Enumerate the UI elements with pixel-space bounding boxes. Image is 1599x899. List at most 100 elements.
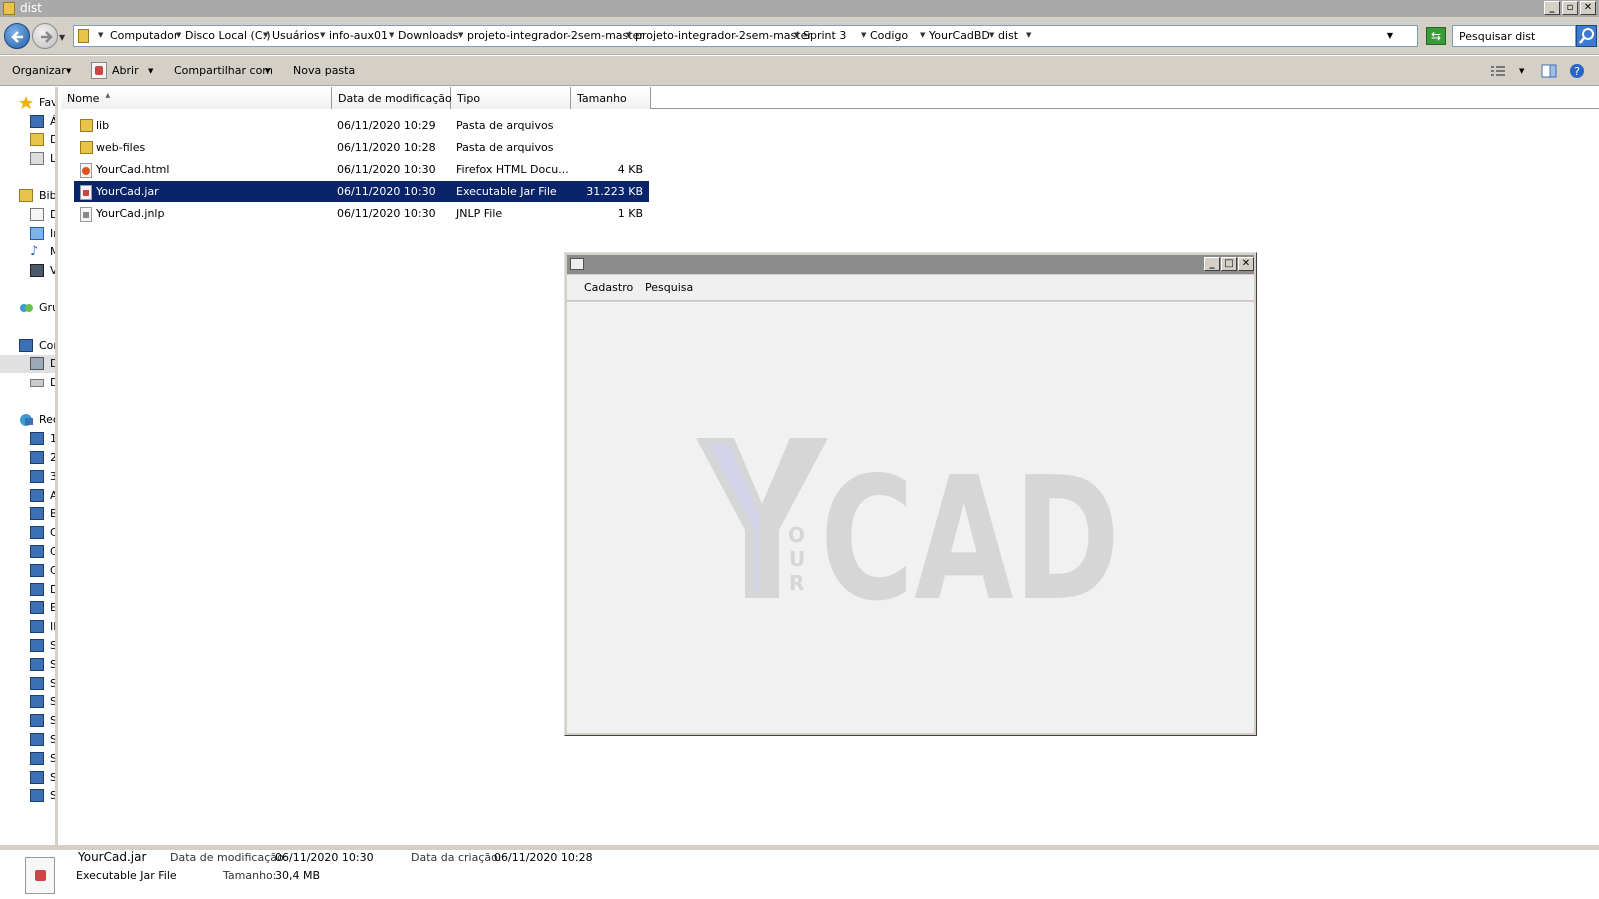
help-icon[interactable]: ?: [1569, 63, 1585, 79]
breadcrumb-codigo[interactable]: Codigo: [870, 29, 908, 42]
file-row-selected[interactable]: YourCad.jar 06/11/2020 10:30 Executable …: [74, 181, 649, 202]
organize-button[interactable]: Organizar: [12, 64, 66, 77]
breadcrumb-local-disk[interactable]: Disco Local (C:): [185, 29, 271, 42]
nav-local-disk[interactable]: D: [0, 355, 55, 373]
app-maximize-button[interactable]: □: [1221, 257, 1237, 271]
file-row[interactable]: YourCad.jnlp 06/11/2020 10:30 JNLP File …: [74, 203, 649, 224]
view-options-icon[interactable]: [1490, 63, 1506, 79]
preview-pane-icon[interactable]: [1541, 63, 1557, 79]
nav-libraries[interactable]: Bibl: [0, 187, 55, 205]
chevron-down-icon[interactable]: ▼: [458, 31, 463, 39]
nav-network-computer[interactable]: S: [0, 637, 55, 655]
chevron-down-icon[interactable]: ▼: [989, 31, 994, 39]
nav-network-computer[interactable]: 2: [0, 449, 55, 467]
back-button[interactable]: [4, 23, 30, 49]
menu-cadastro[interactable]: Cadastro: [584, 281, 633, 294]
nav-recent-places[interactable]: Lo: [0, 150, 55, 168]
chevron-down-icon[interactable]: ▼: [626, 31, 631, 39]
recent-pages-dropdown[interactable]: ▼: [59, 33, 65, 42]
app-titlebar[interactable]: _ □ ✕: [567, 255, 1254, 274]
details-modified-value: 06/11/2020 10:30: [275, 851, 374, 864]
nav-network-computer[interactable]: 1: [0, 430, 55, 448]
chevron-down-icon[interactable]: ▼: [1519, 67, 1524, 75]
chevron-down-icon[interactable]: ▼: [1026, 31, 1031, 39]
chevron-down-icon[interactable]: ▼: [148, 67, 153, 75]
file-row[interactable]: YourCad.html 06/11/2020 10:30 Firefox HT…: [74, 159, 649, 180]
nav-downloads[interactable]: D: [0, 131, 55, 149]
breadcrumb-users[interactable]: Usuários: [272, 29, 320, 42]
nav-documents[interactable]: D: [0, 206, 55, 224]
file-row[interactable]: web-files 06/11/2020 10:28 Pasta de arqu…: [74, 137, 649, 158]
nav-network-computer[interactable]: C: [0, 543, 55, 561]
search-button[interactable]: [1576, 25, 1597, 47]
forward-button[interactable]: [32, 23, 58, 49]
chevron-down-icon[interactable]: ▼: [66, 67, 71, 75]
breadcrumb-yourcadbd[interactable]: YourCadBD: [929, 29, 990, 42]
svg-text:?: ?: [1574, 65, 1580, 78]
chevron-down-icon[interactable]: ▼: [265, 67, 270, 75]
chevron-down-icon[interactable]: ▼: [861, 31, 866, 39]
column-header-size[interactable]: Tamanho: [571, 87, 651, 109]
column-header-modified[interactable]: Data de modificação: [332, 87, 452, 109]
nav-desktop[interactable]: Á: [0, 113, 55, 131]
nav-drive[interactable]: D: [0, 374, 55, 392]
nav-network-computer[interactable]: S: [0, 731, 55, 749]
java-open-icon: [91, 62, 107, 79]
chevron-down-icon[interactable]: ▼: [794, 31, 799, 39]
minimize-button[interactable]: _: [1544, 1, 1560, 15]
nav-music[interactable]: ♪ M: [0, 243, 55, 261]
nav-network-computer[interactable]: II: [0, 618, 55, 636]
chevron-down-icon[interactable]: ▼: [389, 31, 394, 39]
column-header-type[interactable]: Tipo: [451, 87, 571, 109]
nav-homegroup[interactable]: Gru: [0, 299, 55, 317]
menu-pesquisa[interactable]: Pesquisa: [645, 281, 693, 294]
nav-network-computer[interactable]: S: [0, 693, 55, 711]
restore-button[interactable]: ▫: [1562, 1, 1578, 15]
nav-pictures[interactable]: Ir: [0, 225, 55, 243]
file-modified: 06/11/2020 10:30: [337, 163, 436, 176]
nav-network-computer[interactable]: S: [0, 750, 55, 768]
refresh-button[interactable]: ⇆: [1426, 27, 1446, 45]
nav-network-computer[interactable]: S: [0, 656, 55, 674]
nav-network-computer[interactable]: C: [0, 524, 55, 542]
chevron-down-icon[interactable]: ▼: [98, 31, 103, 39]
breadcrumb-projeto-2[interactable]: projeto-integrador-2sem-master: [635, 29, 812, 42]
nav-network-computer[interactable]: S: [0, 787, 55, 805]
chevron-down-icon[interactable]: ▼: [920, 31, 925, 39]
nav-computer[interactable]: Cor: [0, 337, 55, 355]
column-header-name[interactable]: Nome ▲: [61, 87, 332, 109]
nav-videos[interactable]: V: [0, 262, 55, 280]
breadcrumb-dist[interactable]: dist: [998, 29, 1018, 42]
breadcrumb-downloads[interactable]: Downloads: [398, 29, 458, 42]
breadcrumb-info-aux01[interactable]: info-aux01: [329, 29, 388, 42]
nav-favorites[interactable]: Fav: [0, 94, 55, 112]
chevron-down-icon[interactable]: ▼: [176, 31, 181, 39]
breadcrumb-computer[interactable]: Computador: [110, 29, 178, 42]
file-row[interactable]: lib 06/11/2020 10:29 Pasta de arquivos: [74, 115, 649, 136]
search-input[interactable]: [1452, 25, 1576, 47]
address-history-dropdown[interactable]: ▼: [1387, 31, 1393, 40]
nav-network-computer[interactable]: S: [0, 712, 55, 730]
close-button[interactable]: ✕: [1580, 1, 1596, 15]
new-folder-button[interactable]: Nova pasta: [293, 64, 355, 77]
breadcrumb-projeto-1[interactable]: projeto-integrador-2sem-master: [467, 29, 644, 42]
chevron-down-icon[interactable]: ▼: [320, 31, 325, 39]
nav-network-computer[interactable]: C: [0, 562, 55, 580]
nav-network-computer[interactable]: S: [0, 675, 55, 693]
nav-network[interactable]: Rec: [0, 411, 55, 429]
chevron-down-icon[interactable]: ▼: [263, 31, 268, 39]
app-close-button[interactable]: ✕: [1238, 257, 1254, 271]
nav-network-computer[interactable]: S: [0, 769, 55, 787]
nav-network-computer[interactable]: D: [0, 581, 55, 599]
share-button[interactable]: Compartilhar com: [174, 64, 273, 77]
breadcrumb-sprint-3[interactable]: Sprint 3: [803, 29, 846, 42]
open-button[interactable]: Abrir: [112, 64, 139, 77]
nav-network-computer[interactable]: E: [0, 599, 55, 617]
app-minimize-button[interactable]: _: [1204, 257, 1220, 271]
nav-network-computer[interactable]: B: [0, 505, 55, 523]
jar-file-icon: [80, 185, 92, 200]
nav-network-computer[interactable]: A: [0, 487, 55, 505]
details-size-value: 30,4 MB: [275, 869, 321, 882]
nav-network-computer[interactable]: 3: [0, 468, 55, 486]
address-bar[interactable]: ▼ Computador ▼ Disco Local (C:) ▼ Usuári…: [73, 25, 1418, 47]
